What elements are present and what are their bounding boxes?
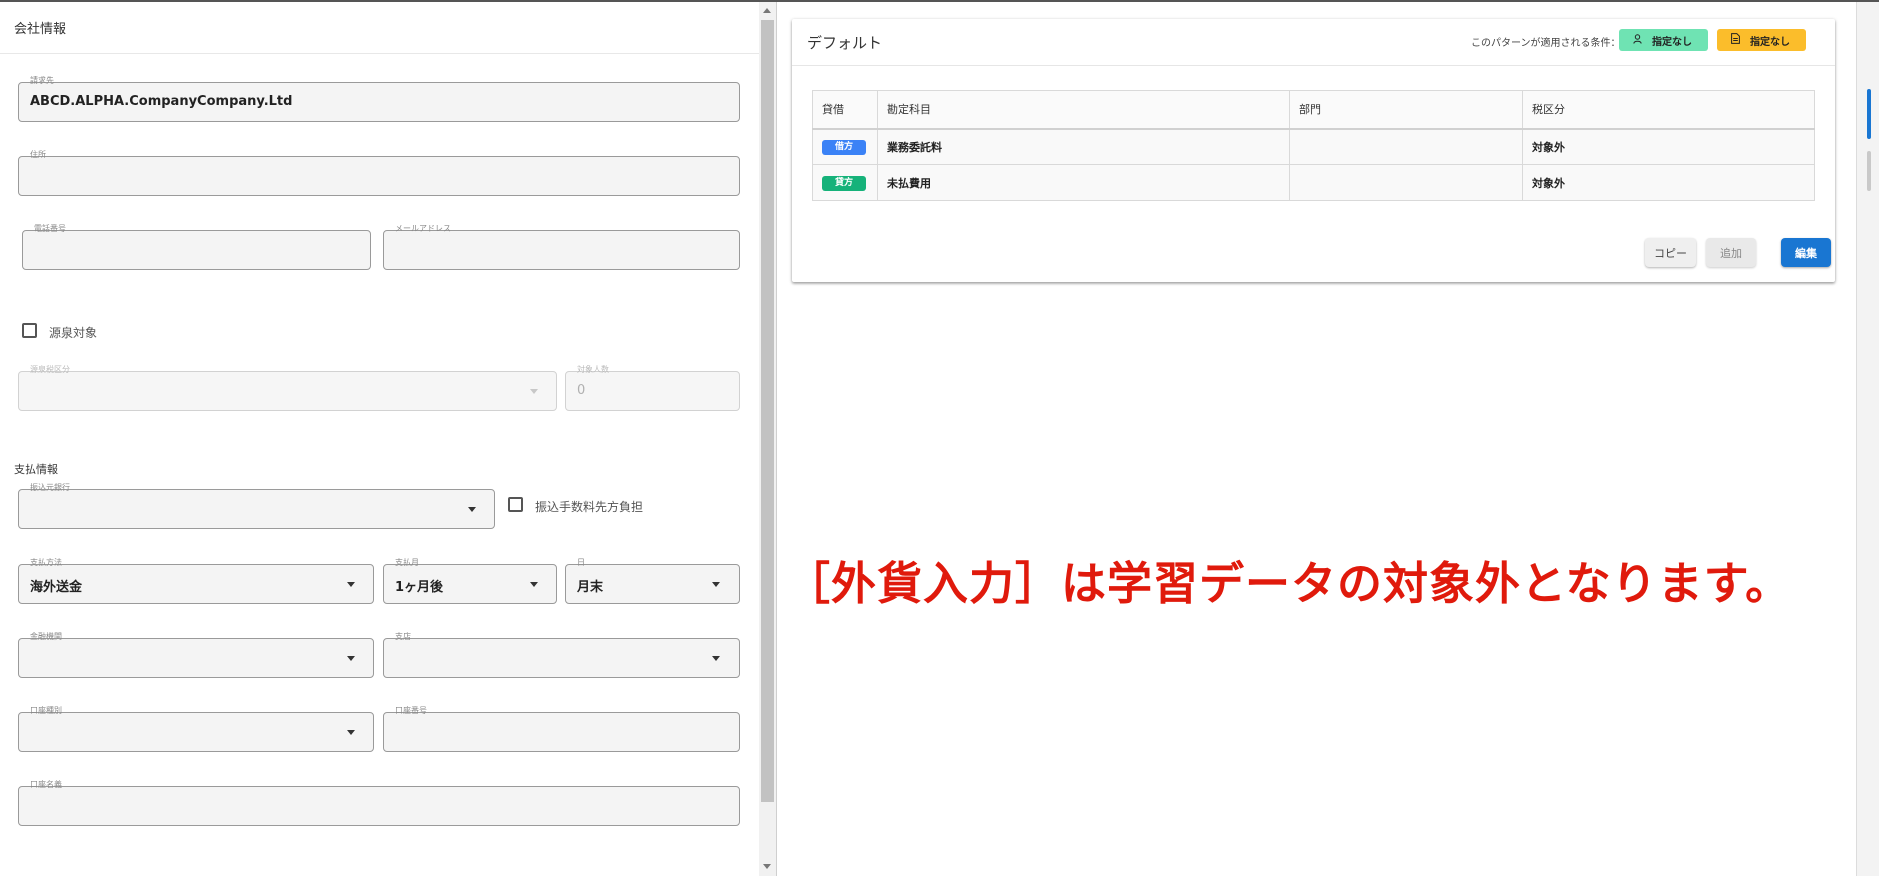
chevron-down-icon — [347, 582, 355, 587]
transfer-bank-label: 振込元銀行 — [28, 483, 72, 493]
scroll-up-arrow-icon[interactable] — [763, 8, 771, 13]
transfer-bank-select[interactable]: 振込元銀行 — [18, 483, 495, 529]
account-cell: 業務委託料 — [877, 128, 1290, 165]
target-persons-label: 対象人数 — [575, 365, 611, 375]
billing-to-label: 請求先 — [28, 76, 56, 86]
card-divider — [792, 65, 1835, 66]
financial-institution-select[interactable]: 金融機関 — [18, 632, 374, 678]
withholding-checkbox-label: 源泉対象 — [49, 326, 98, 340]
phone-field[interactable]: 電話番号 — [22, 224, 371, 270]
address-field[interactable]: 住所 — [18, 150, 740, 196]
column-header-side: 貸借 — [812, 90, 878, 130]
scroll-down-arrow-icon[interactable] — [763, 864, 771, 869]
target-persons-field: 対象人数 0 — [565, 365, 740, 411]
withholding-category-select: 源泉税区分 — [18, 365, 557, 411]
payment-month-value: 1ヶ月後 — [395, 580, 444, 595]
condition-badge-document[interactable]: 指定なし — [1717, 29, 1806, 51]
payment-method-label: 支払方法 — [28, 558, 64, 568]
condition-label: このパターンが適用される条件： — [1471, 38, 1621, 49]
financial-institution-label: 金融機関 — [28, 632, 64, 642]
branch-select[interactable]: 支店 — [383, 632, 740, 678]
company-section-title: 会社情報 — [14, 22, 67, 37]
header-divider — [0, 53, 759, 54]
department-cell — [1289, 128, 1523, 165]
scrollbar[interactable] — [759, 2, 776, 876]
payment-method-value: 海外送金 — [30, 580, 83, 595]
chevron-down-icon — [712, 582, 720, 587]
branch-label: 支店 — [393, 632, 413, 642]
withholding-category-label: 源泉税区分 — [28, 365, 72, 375]
address-label: 住所 — [28, 150, 48, 160]
payment-section-title: 支払情報 — [14, 463, 58, 476]
column-header-account: 勘定科目 — [877, 90, 1290, 130]
account-number-label: 口座番号 — [393, 706, 429, 716]
condition-badge-label: 指定なし — [1652, 36, 1692, 48]
department-cell — [1289, 164, 1523, 201]
account-name-field[interactable]: 口座名義 — [18, 780, 740, 826]
table-row: 貸方 未払費用 対象外 — [812, 164, 1815, 201]
edge-scroll-mark — [1867, 151, 1871, 191]
edge-accent-bar — [1867, 89, 1871, 139]
payment-day-label: 日 — [575, 558, 587, 568]
payment-month-select[interactable]: 支払月 1ヶ月後 — [383, 558, 557, 604]
condition-badge-label: 指定なし — [1750, 36, 1790, 48]
copy-button[interactable]: コピー — [1645, 238, 1696, 267]
chevron-down-icon — [530, 389, 538, 394]
document-icon — [1731, 33, 1740, 47]
journal-table: 貸借 勘定科目 部門 税区分 借方 業務委託料 対象外 貸方 未払費用 対象外 — [812, 90, 1815, 201]
billing-to-field[interactable]: 請求先 ABCD.ALPHA.CompanyCompany.Ltd — [18, 76, 740, 122]
pattern-card: デフォルト このパターンが適用される条件： 指定なし 指定なし 貸借 勘定科目 … — [792, 19, 1835, 282]
billing-to-value: ABCD.ALPHA.CompanyCompany.Ltd — [30, 94, 293, 109]
chevron-down-icon — [530, 582, 538, 587]
account-number-field[interactable]: 口座番号 — [383, 706, 740, 752]
payment-month-label: 支払月 — [393, 558, 421, 568]
person-icon — [1633, 33, 1642, 47]
email-label: メールアドレス — [393, 224, 453, 234]
payment-day-value: 月末 — [577, 580, 604, 595]
chevron-down-icon — [347, 730, 355, 735]
app-root: 会社情報 請求先 ABCD.ALPHA.CompanyCompany.Ltd 住… — [0, 0, 1879, 876]
add-button[interactable]: 追加 — [1706, 238, 1756, 267]
account-type-select[interactable]: 口座種別 — [18, 706, 374, 752]
table-header-row: 貸借 勘定科目 部門 税区分 — [812, 90, 1815, 130]
side-cell: 借方 — [812, 128, 878, 165]
tax-cell: 対象外 — [1522, 128, 1815, 165]
chevron-down-icon — [712, 656, 720, 661]
column-header-department: 部門 — [1289, 90, 1523, 130]
account-cell: 未払費用 — [877, 164, 1290, 201]
journal-pattern-panel: デフォルト このパターンが適用される条件： 指定なし 指定なし 貸借 勘定科目 … — [777, 2, 1879, 876]
pattern-title: デフォルト — [807, 34, 883, 52]
account-type-label: 口座種別 — [28, 706, 64, 716]
target-persons-value: 0 — [577, 383, 586, 398]
tax-cell: 対象外 — [1522, 164, 1815, 201]
payment-day-select[interactable]: 日 月末 — [565, 558, 740, 604]
phone-label: 電話番号 — [32, 224, 68, 234]
withholding-checkbox[interactable] — [22, 323, 37, 338]
chevron-down-icon — [347, 656, 355, 661]
fee-checkbox-label: 振込手数料先方負担 — [535, 500, 644, 514]
payment-method-select[interactable]: 支払方法 海外送金 — [18, 558, 374, 604]
side-cell: 貸方 — [812, 164, 878, 201]
table-row: 借方 業務委託料 対象外 — [812, 128, 1815, 165]
company-form-panel: 会社情報 請求先 ABCD.ALPHA.CompanyCompany.Ltd 住… — [0, 2, 759, 876]
fee-checkbox[interactable] — [508, 497, 523, 512]
chevron-down-icon — [468, 507, 476, 512]
email-field[interactable]: メールアドレス — [383, 224, 740, 270]
annotation-text: ［外貨入力］は学習データの対象外となります。 — [785, 557, 1792, 610]
column-header-tax: 税区分 — [1522, 90, 1815, 130]
condition-badge-person[interactable]: 指定なし — [1619, 29, 1708, 51]
scrollbar-thumb[interactable] — [761, 20, 774, 802]
credit-badge: 貸方 — [822, 175, 866, 191]
edit-button[interactable]: 編集 — [1781, 238, 1831, 267]
account-name-label: 口座名義 — [28, 780, 64, 790]
debit-badge: 借方 — [822, 139, 866, 155]
